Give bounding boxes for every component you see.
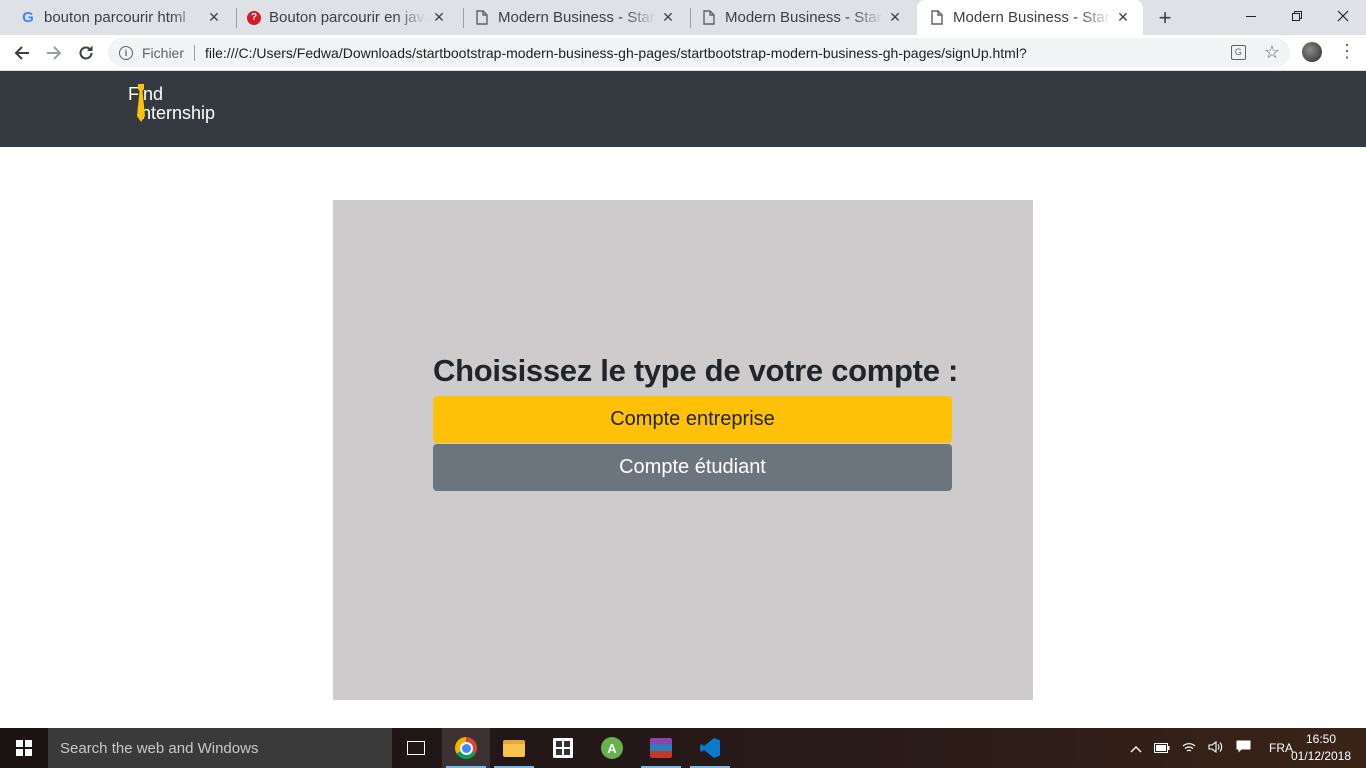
taskbar-vscode[interactable] bbox=[686, 728, 734, 768]
tab-title: Bouton parcourir en javascript bbox=[269, 9, 427, 26]
info-icon[interactable]: i bbox=[119, 45, 133, 60]
site-navbar: Find nternship bbox=[0, 71, 1366, 147]
chevron-up-icon[interactable] bbox=[1130, 741, 1142, 756]
tab-javascript[interactable]: ? Bouton parcourir en javascript ✕ bbox=[237, 0, 463, 35]
address-bar[interactable]: i Fichier file:///C:/Users/Fedwa/Downloa… bbox=[108, 38, 1290, 67]
restore-icon bbox=[1291, 10, 1302, 21]
close-window-button[interactable] bbox=[1320, 0, 1366, 32]
taskbar-search-box[interactable]: Search the web and Windows bbox=[48, 728, 392, 768]
chrome-icon bbox=[455, 737, 477, 759]
back-button[interactable] bbox=[10, 41, 34, 65]
store-icon bbox=[553, 738, 573, 758]
task-view-button[interactable] bbox=[392, 728, 440, 768]
menu-icon[interactable]: ⋮ bbox=[1338, 42, 1356, 60]
reload-button[interactable] bbox=[74, 41, 98, 65]
pin-icon: ? bbox=[247, 10, 261, 25]
profile-avatar[interactable] bbox=[1302, 42, 1322, 62]
windows-logo-icon bbox=[16, 740, 32, 756]
scheme-label: Fichier bbox=[142, 44, 185, 61]
clock-time: 16:50 bbox=[1305, 732, 1337, 746]
file-explorer-icon bbox=[503, 739, 525, 757]
close-icon[interactable]: ✕ bbox=[206, 9, 222, 26]
reload-icon bbox=[79, 46, 93, 60]
tab-modern-business-active[interactable]: Modern Business - Start Bootstrap ✕ bbox=[917, 0, 1143, 35]
taskbar-chrome[interactable] bbox=[442, 728, 490, 768]
tab-title: bouton parcourir html bbox=[44, 9, 186, 26]
browser-toolbar: i Fichier file:///C:/Users/Fedwa/Downloa… bbox=[0, 35, 1366, 71]
account-type-card: Choisissez le type de votre compte : Com… bbox=[333, 200, 1033, 700]
student-account-button[interactable]: Compte étudiant bbox=[433, 444, 952, 491]
omnibox-separator bbox=[194, 44, 196, 61]
windows-taskbar: Search the web and Windows A FRA 16:50 0… bbox=[0, 728, 1366, 768]
wifi-icon[interactable] bbox=[1182, 741, 1196, 756]
page-icon bbox=[474, 10, 490, 26]
taskbar-winrar[interactable] bbox=[637, 728, 685, 768]
close-icon[interactable]: ✕ bbox=[660, 9, 676, 26]
close-icon[interactable]: ✕ bbox=[431, 9, 447, 26]
page-title: Choisissez le type de votre compte : bbox=[433, 353, 958, 388]
google-icon: G bbox=[22, 9, 34, 26]
volume-icon[interactable] bbox=[1208, 740, 1224, 756]
close-icon bbox=[1337, 10, 1349, 22]
forward-arrow-icon bbox=[47, 46, 62, 60]
new-tab-button[interactable]: + bbox=[1153, 5, 1177, 31]
notification-icon[interactable] bbox=[1236, 740, 1251, 756]
brand-logo[interactable]: Find nternship bbox=[128, 84, 215, 123]
close-icon[interactable]: ✕ bbox=[1115, 9, 1131, 26]
task-view-icon bbox=[407, 741, 425, 755]
translate-icon[interactable]: G bbox=[1230, 44, 1246, 60]
tab-google-search[interactable]: G bouton parcourir html ✕ bbox=[0, 0, 236, 35]
vscode-icon bbox=[700, 738, 720, 758]
tab-title: Modern Business - Start Bootstrap bbox=[953, 9, 1111, 26]
start-button[interactable] bbox=[0, 728, 48, 768]
tab-modern-business-1[interactable]: Modern Business - Start Bootstrap ✕ bbox=[464, 0, 690, 35]
taskbar-android-studio[interactable]: A bbox=[588, 728, 636, 768]
winrar-icon bbox=[650, 738, 672, 758]
url-text[interactable]: file:///C:/Users/Fedwa/Downloads/startbo… bbox=[205, 45, 1027, 61]
android-studio-icon: A bbox=[601, 737, 623, 759]
clock-date: 01/12/2018 bbox=[1290, 749, 1352, 763]
close-icon[interactable]: ✕ bbox=[887, 9, 903, 26]
restore-button[interactable] bbox=[1274, 0, 1320, 32]
page-icon bbox=[929, 10, 945, 26]
tab-title: Modern Business - Start Bootstrap bbox=[725, 9, 883, 26]
minimize-button[interactable] bbox=[1228, 0, 1274, 32]
forward-button[interactable] bbox=[42, 41, 66, 65]
back-arrow-icon bbox=[14, 46, 29, 60]
battery-icon[interactable] bbox=[1154, 741, 1170, 756]
tie-icon bbox=[137, 84, 145, 122]
page-icon bbox=[701, 10, 717, 26]
company-account-button[interactable]: Compte entreprise bbox=[433, 396, 952, 443]
taskbar-file-explorer[interactable] bbox=[490, 728, 538, 768]
taskbar-store[interactable] bbox=[539, 728, 587, 768]
system-clock[interactable]: 16:50 01/12/2018 bbox=[1284, 731, 1358, 765]
system-tray: FRA bbox=[1130, 728, 1293, 768]
browser-tab-strip: G bouton parcourir html ✕ ? Bouton parco… bbox=[0, 0, 1366, 35]
tab-modern-business-2[interactable]: Modern Business - Start Bootstrap ✕ bbox=[691, 0, 917, 35]
minimize-icon bbox=[1245, 15, 1256, 17]
tab-title: Modern Business - Start Bootstrap bbox=[498, 9, 656, 26]
bookmark-star-icon[interactable]: ☆ bbox=[1264, 43, 1280, 61]
